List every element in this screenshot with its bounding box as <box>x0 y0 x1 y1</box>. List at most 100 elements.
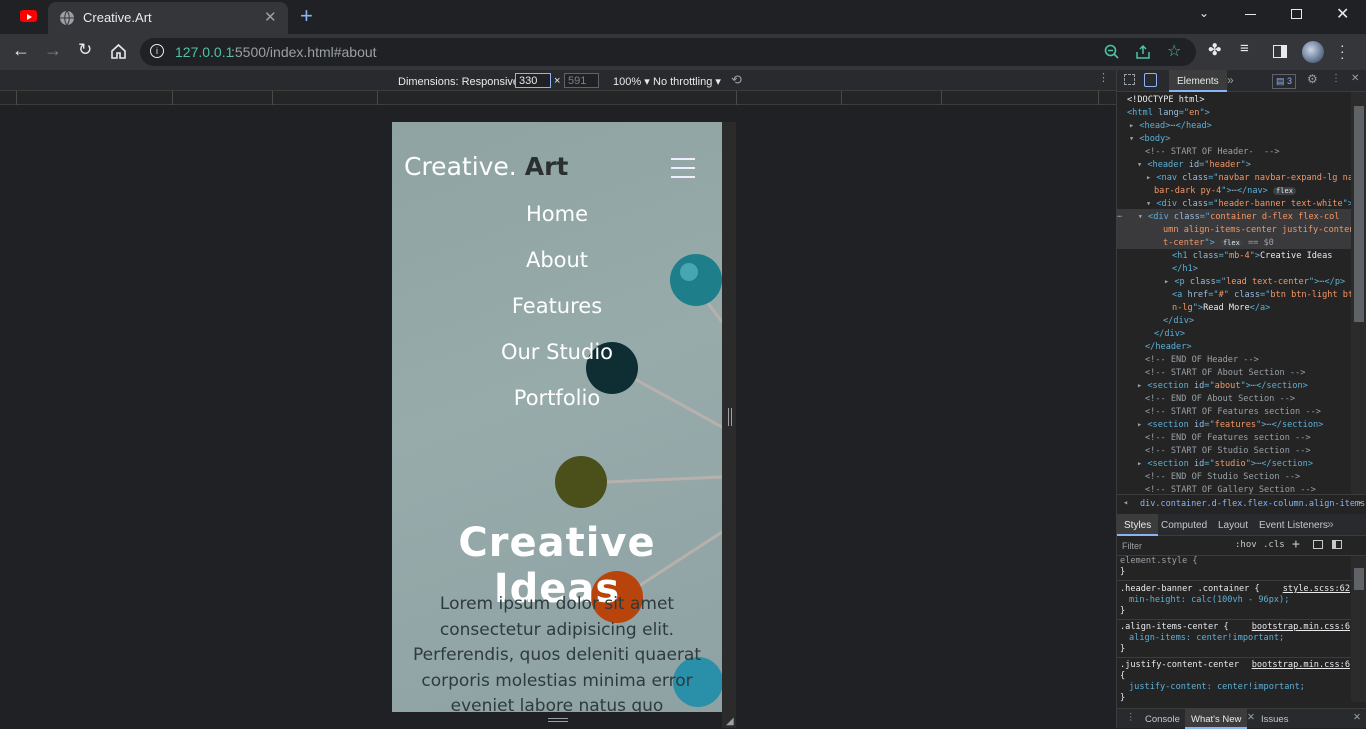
devtools-menu-icon[interactable]: ⋮ <box>1331 73 1341 84</box>
dom-line[interactable]: </div> <box>1154 328 1185 341</box>
styles-scroll-thumb[interactable] <box>1354 568 1364 590</box>
dom-line[interactable]: <!-- START OF About Section --> <box>1145 367 1305 380</box>
dom-line[interactable]: ▸ <head>⋯</head> <box>1129 120 1212 133</box>
nav-features[interactable]: Features <box>392 294 722 318</box>
dom-line[interactable]: <h1 class="mb-4">Creative Ideas <box>1172 250 1332 263</box>
tab-event-listeners[interactable]: Event Listeners <box>1259 520 1328 531</box>
nav-portfolio[interactable]: Portfolio <box>392 386 722 410</box>
dom-line[interactable]: ▸ <section id="features">⋯</section> <box>1137 419 1323 432</box>
dom-line[interactable]: <!-- START OF Header- --> <box>1145 146 1280 159</box>
share-icon[interactable] <box>1135 44 1151 60</box>
minimize-icon[interactable] <box>1245 14 1256 15</box>
settings-icon[interactable]: ⚙ <box>1307 72 1318 86</box>
tab-elements[interactable]: Elements <box>1169 70 1227 92</box>
dimensions-select[interactable]: Dimensions: Responsive ▾ <box>398 75 528 88</box>
address-bar[interactable]: i 127.0.0.1 :5500/index.html#about ☆ <box>140 38 1196 66</box>
hamburger-icon[interactable] <box>671 158 695 178</box>
zoom-icon[interactable] <box>1104 44 1120 60</box>
dom-line[interactable]: bar-dark py-4">⋯</nav> flex <box>1154 185 1296 198</box>
close-window-icon[interactable]: ✕ <box>1336 4 1349 24</box>
dom-line[interactable]: <!-- START OF Gallery Section --> <box>1145 484 1316 494</box>
nav-home[interactable]: Home <box>392 202 722 226</box>
tab-issues[interactable]: Issues <box>1261 714 1288 725</box>
dom-line[interactable]: ▸ <section id="studio">⋯</section> <box>1137 458 1313 471</box>
menu-icon[interactable]: · · · <box>1340 38 1345 64</box>
dom-scroll-thumb[interactable] <box>1354 106 1364 322</box>
dom-line[interactable]: <!-- START OF Studio Section --> <box>1145 445 1311 458</box>
maximize-icon[interactable] <box>1291 9 1302 19</box>
tab-layout[interactable]: Layout <box>1218 520 1248 531</box>
dom-line[interactable]: n-lg">Read More</a> <box>1172 302 1270 315</box>
dom-line[interactable]: umn align-items-center justify-conten <box>1163 224 1351 237</box>
rule-property[interactable]: align-items: center!important; <box>1120 633 1350 644</box>
inspect-icon[interactable] <box>1124 74 1135 85</box>
home-icon[interactable] <box>110 43 127 60</box>
rule-source[interactable]: style.scss:62 <box>1283 584 1350 595</box>
media-icon[interactable]: ≡ <box>1240 40 1249 57</box>
back-icon[interactable]: ← <box>12 40 30 61</box>
paint-icon[interactable] <box>1313 540 1323 549</box>
extensions-icon[interactable]: ✤ <box>1208 40 1221 60</box>
resize-corner-icon[interactable]: ◢ <box>726 716 734 727</box>
throttling-select[interactable]: No throttling ▾ <box>653 75 721 88</box>
breadcrumb[interactable]: ◂ div.container.d-flex.flex-column.align… <box>1117 494 1366 512</box>
nav-about[interactable]: About <box>392 248 722 272</box>
zoom-select[interactable]: 100% ▾ <box>613 75 650 88</box>
style-rule[interactable]: .justify-content-center bootstrap.min.cs… <box>1120 660 1350 702</box>
reload-icon[interactable]: ↻ <box>78 40 92 60</box>
hov-toggle[interactable]: :hov <box>1235 540 1257 550</box>
tab-console[interactable]: Console <box>1145 714 1180 725</box>
resize-handle-bottom[interactable] <box>548 718 568 722</box>
dom-line[interactable]: ⋯ ▾ <div class="container d-flex flex-co… <box>1117 211 1340 224</box>
dom-line[interactable]: ▸ <p class="lead text-center">⋯</p> <box>1164 276 1345 289</box>
cls-toggle[interactable]: .cls <box>1263 540 1285 550</box>
tab-computed[interactable]: Computed <box>1161 520 1207 531</box>
browser-tab[interactable]: Creative.Art ✕ <box>48 2 288 34</box>
style-rule[interactable]: element.style { } <box>1120 556 1350 578</box>
sidebar-toggle-icon[interactable] <box>1332 540 1342 549</box>
dom-line[interactable]: ▸ <section id="about">⋯</section> <box>1137 380 1308 393</box>
device-menu-icon[interactable]: ⋮ <box>1098 71 1109 84</box>
new-rule-icon[interactable]: + <box>1292 537 1300 552</box>
dom-line[interactable]: ▾ <body> <box>1129 133 1170 146</box>
mobile-page[interactable]: Creative. Art Home About Features Our St… <box>392 122 722 712</box>
dom-scrollbar[interactable] <box>1351 92 1366 494</box>
height-input[interactable]: 591 <box>564 73 599 88</box>
styles-filter-input[interactable]: Filter <box>1122 541 1142 551</box>
rule-source[interactable]: bootstrap.min.css:6 <box>1252 622 1350 633</box>
side-panel-icon[interactable] <box>1273 45 1287 58</box>
dom-line[interactable]: <a href="#" class="btn btn-light bt <box>1172 289 1351 302</box>
close-tab-icon[interactable]: ✕ <box>264 8 277 26</box>
bookmark-star-icon[interactable]: ☆ <box>1167 41 1181 61</box>
width-input[interactable]: 330 <box>515 73 551 88</box>
style-rule[interactable]: .header-banner .container { style.scss:6… <box>1120 584 1350 617</box>
avatar[interactable] <box>1302 41 1324 63</box>
rotate-icon[interactable]: ⟲ <box>731 72 742 88</box>
dom-line[interactable]: </header> <box>1145 341 1192 354</box>
dom-line[interactable]: t-center"> flex == $0 <box>1163 237 1274 250</box>
styles-scrollbar[interactable] <box>1351 556 1366 702</box>
dom-tree[interactable]: <!DOCTYPE html> <html lang="en"> ▸ <head… <box>1117 92 1351 494</box>
dom-line[interactable]: </h1> <box>1172 263 1198 276</box>
drawer-menu-icon[interactable]: ⋮ <box>1126 712 1136 723</box>
new-tab-icon[interactable]: + <box>300 3 313 29</box>
close-whats-new-icon[interactable]: ✕ <box>1247 712 1255 723</box>
dom-line[interactable]: <!-- START OF Features section --> <box>1145 406 1321 419</box>
info-icon[interactable]: i <box>150 44 164 58</box>
dom-line[interactable]: ▸ <nav class="navbar navbar-expand-lg na… <box>1146 172 1351 185</box>
dom-line[interactable]: <!-- END OF Header --> <box>1145 354 1259 367</box>
dom-line[interactable]: <!-- END OF About Section --> <box>1145 393 1295 406</box>
issues-badge[interactable]: ▤ 3 <box>1272 74 1297 89</box>
rule-property[interactable]: justify-content: center!important; <box>1120 682 1350 693</box>
tab-styles[interactable]: Styles <box>1117 514 1159 536</box>
resize-handle-right[interactable] <box>728 408 732 426</box>
style-rule[interactable]: .align-items-center { bootstrap.min.css:… <box>1120 622 1350 655</box>
media-query-ruler[interactable] <box>0 91 1116 105</box>
tab-whats-new[interactable]: What's New <box>1185 709 1248 729</box>
dom-line[interactable]: <html lang="en"> <box>1127 107 1210 120</box>
device-toggle-icon[interactable] <box>1144 73 1157 87</box>
dom-line[interactable]: ▾ <header id="header"> <box>1137 159 1251 172</box>
dom-line[interactable]: <!-- END OF Features section --> <box>1145 432 1311 445</box>
tab-search-icon[interactable]: ⌄ <box>1199 6 1209 20</box>
dom-line[interactable]: <!-- END OF Studio Section --> <box>1145 471 1300 484</box>
